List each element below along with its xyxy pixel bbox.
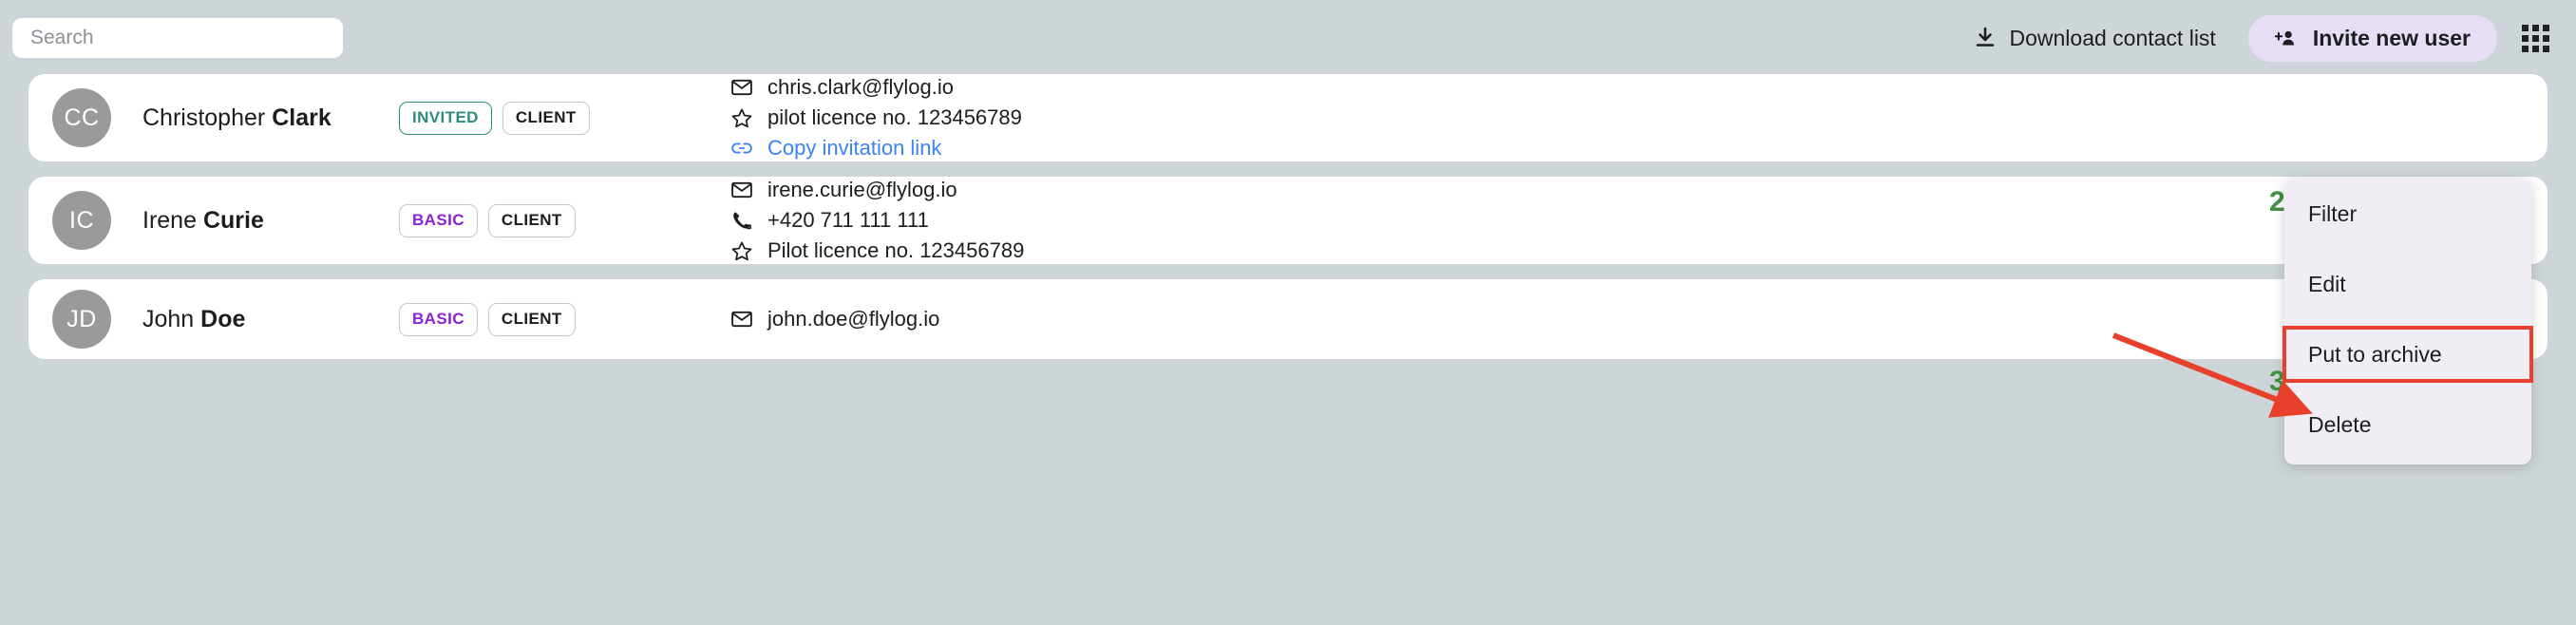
- status-badge[interactable]: CLIENT: [487, 302, 576, 336]
- detail-line: Pilot licence no. 123456789: [731, 238, 2548, 263]
- context-menu: Filter Edit Put to archive Delete: [2282, 178, 2533, 464]
- contact-row[interactable]: IC Irene Curie BASIC CLIENT irene.curie@flyl…: [28, 177, 2548, 264]
- detail-line: pilot licence no. 123456789: [731, 105, 2548, 130]
- envelope-icon: [731, 180, 752, 200]
- annotation-number: 3: [2269, 366, 2285, 397]
- phone-icon: [731, 210, 752, 231]
- detail-line: chris.clark@flylog.io: [731, 75, 2548, 100]
- apps-grid-icon: [2522, 24, 2549, 52]
- contact-list: CC Christopher Clark INVITED CLIENT chris.cl…: [0, 74, 2576, 374]
- top-toolbar: Download contact list Invite new user: [0, 0, 2576, 76]
- download-contact-list-label: Download contact list: [2009, 25, 2216, 50]
- envelope-icon: [731, 309, 752, 330]
- badge-group: INVITED CLIENT: [399, 101, 674, 135]
- search-input[interactable]: [12, 18, 343, 58]
- annotation-number: 2: [2269, 186, 2285, 218]
- apps-grid-button[interactable]: [2516, 19, 2555, 58]
- contact-last-name: Doe: [200, 305, 246, 332]
- avatar: CC: [52, 88, 111, 147]
- contact-first-name: Christopher: [142, 104, 266, 131]
- invite-new-user-label: Invite new user: [2312, 25, 2471, 50]
- status-badge[interactable]: BASIC: [399, 203, 478, 237]
- avatar: JD: [52, 290, 111, 349]
- menu-item-delete[interactable]: Delete: [2284, 398, 2531, 451]
- contact-name: Christopher Clark: [142, 104, 394, 132]
- detail-text: +420 711 111 111: [767, 208, 929, 232]
- star-icon: [731, 107, 752, 128]
- contact-name: Irene Curie: [142, 207, 394, 235]
- badge-group: BASIC CLIENT: [399, 302, 674, 336]
- menu-item-put-to-archive[interactable]: Put to archive: [2282, 326, 2533, 383]
- menu-item-edit[interactable]: Edit: [2284, 257, 2531, 311]
- status-badge[interactable]: INVITED: [399, 101, 492, 135]
- detail-text: john.doe@flylog.io: [767, 307, 940, 331]
- copy-invitation-link[interactable]: Copy invitation link: [731, 136, 2548, 161]
- detail-text: pilot licence no. 123456789: [767, 105, 1022, 129]
- detail-text: irene.curie@flylog.io: [767, 178, 957, 201]
- contact-row[interactable]: JD John Doe BASIC CLIENT john.doe@flylog.io: [28, 279, 2548, 359]
- contact-last-name: Clark: [272, 104, 331, 131]
- menu-spacer: [2284, 311, 2531, 328]
- badge-group: BASIC CLIENT: [399, 203, 674, 237]
- menu-item-filter[interactable]: Filter: [2284, 187, 2531, 240]
- detail-text: Pilot licence no. 123456789: [767, 238, 1025, 262]
- person-add-icon: [2274, 28, 2296, 48]
- invite-new-user-button[interactable]: Invite new user: [2247, 14, 2497, 62]
- menu-spacer: [2284, 381, 2531, 398]
- contact-last-name: Curie: [202, 206, 264, 234]
- star-icon: [731, 240, 752, 261]
- toolbar-actions: Download contact list Invite new user: [1958, 0, 2559, 76]
- download-contact-list-button[interactable]: Download contact list: [1958, 18, 2232, 59]
- download-icon: [1975, 27, 1996, 48]
- status-badge[interactable]: BASIC: [399, 302, 478, 336]
- detail-line: john.doe@flylog.io: [731, 307, 2548, 331]
- contact-first-name: Irene: [142, 206, 197, 234]
- contact-details: john.doe@flylog.io: [731, 307, 2548, 331]
- contact-details: chris.clark@flylog.io pilot licence no. 1…: [731, 75, 2548, 161]
- status-badge[interactable]: CLIENT: [487, 203, 576, 237]
- contact-name: John Doe: [142, 306, 394, 333]
- avatar: IC: [52, 191, 111, 250]
- link-icon: [731, 138, 752, 159]
- envelope-icon: [731, 77, 752, 98]
- contact-first-name: John: [142, 305, 195, 332]
- status-badge[interactable]: CLIENT: [502, 101, 590, 135]
- detail-text: Copy invitation link: [767, 136, 942, 160]
- menu-spacer: [2284, 240, 2531, 257]
- detail-text: chris.clark@flylog.io: [767, 75, 954, 99]
- contact-row[interactable]: CC Christopher Clark INVITED CLIENT chris.cl…: [28, 74, 2548, 161]
